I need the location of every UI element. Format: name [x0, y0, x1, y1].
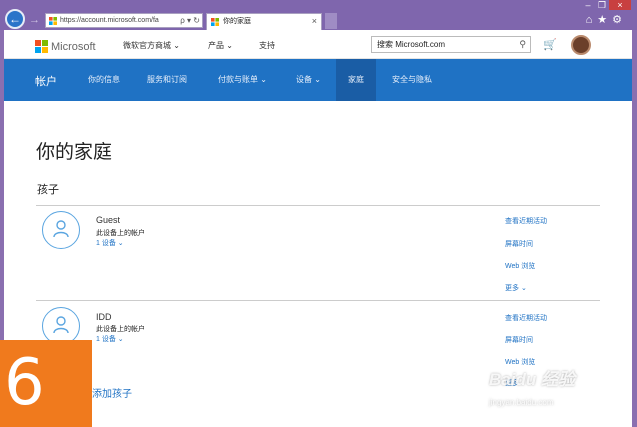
recent-activity-link[interactable]: 查看近期活动	[505, 313, 547, 323]
maximize-button[interactable]: ❐	[595, 0, 609, 11]
section-title: 孩子	[37, 184, 59, 196]
microsoft-logo-icon	[35, 40, 48, 54]
account-nav: 帐户 你的信息 服务和订阅 付款与账单 ⌄ 设备 ⌄ 家庭 安全与隐私	[4, 59, 632, 101]
back-button[interactable]: ←	[5, 9, 25, 29]
screen-time-link[interactable]: 屏幕时间	[505, 239, 533, 249]
arrow-right-icon: →	[29, 14, 40, 26]
microsoft-favicon	[49, 17, 57, 25]
child-devices[interactable]: 1 设备 ⌄	[96, 334, 124, 344]
browser-toolbar-icons[interactable]: ⌂★⚙	[586, 13, 627, 26]
forward-button[interactable]: →	[29, 13, 43, 27]
minimize-button[interactable]: –	[581, 0, 595, 10]
nav-item-payment[interactable]: 付款与账单 ⌄	[218, 74, 267, 85]
tab-title: 你的家庭	[223, 18, 251, 25]
search-icon[interactable]: ⚲	[519, 37, 526, 52]
products-link[interactable]: 产品 ⌄	[208, 40, 233, 51]
microsoft-logo[interactable]: Microsoft	[35, 38, 96, 56]
recent-activity-link[interactable]: 查看近期活动	[505, 216, 547, 226]
nav-item-family[interactable]: 家庭	[336, 59, 376, 101]
watermark-url: jingyan.baidu.com	[489, 398, 554, 407]
support-link[interactable]: 支持	[259, 40, 275, 51]
screen-time-link[interactable]: 屏幕时间	[505, 335, 533, 345]
address-bar[interactable]: https://account.microsoft.com/fa ρ ▾ ↻	[45, 13, 203, 28]
close-window-button[interactable]: ×	[609, 0, 631, 10]
arrow-left-icon: ←	[9, 12, 21, 26]
child-name: IDD	[96, 312, 112, 322]
search-input[interactable]: 搜索 Microsoft.com ⚲	[371, 36, 531, 53]
page-title: 你的家庭	[36, 142, 113, 163]
more-link[interactable]: 更多 ⌄	[505, 283, 527, 293]
nav-item-services[interactable]: 服务和订阅	[147, 74, 187, 85]
nav-item-security[interactable]: 安全与隐私	[392, 74, 432, 85]
microsoft-favicon	[211, 18, 219, 26]
step-number-badge: 6	[0, 340, 92, 427]
site-header: Microsoft 微软官方商城 ⌄ 产品 ⌄ 支持 搜索 Microsoft.…	[4, 30, 632, 59]
new-tab-button[interactable]	[325, 13, 337, 29]
child-subtitle: 此设备上的帐户	[96, 230, 145, 237]
nav-item-devices[interactable]: 设备 ⌄	[296, 74, 321, 85]
profile-avatar[interactable]	[571, 35, 591, 55]
watermark: Baidu 经验	[489, 370, 575, 389]
search-placeholder: 搜索 Microsoft.com	[377, 40, 446, 49]
logo-text: Microsoft	[51, 40, 96, 53]
child-avatar[interactable]	[42, 211, 80, 249]
child-devices[interactable]: 1 设备 ⌄	[96, 238, 124, 248]
child-name: Guest	[96, 215, 121, 225]
tab-active[interactable]: 你的家庭 ×	[206, 13, 322, 30]
address-controls[interactable]: ρ ▾ ↻	[178, 14, 200, 27]
address-text: https://account.microsoft.com/fa	[60, 17, 159, 24]
close-tab-icon[interactable]: ×	[312, 14, 317, 29]
store-link[interactable]: 微软官方商城 ⌄	[123, 40, 180, 51]
add-child-link[interactable]: 添加孩子	[92, 385, 132, 400]
person-icon	[53, 220, 69, 238]
child-subtitle: 此设备上的帐户	[96, 326, 145, 333]
nav-brand[interactable]: 帐户	[35, 73, 57, 89]
divider	[36, 205, 600, 206]
web-browsing-link[interactable]: Web 浏览	[505, 261, 535, 271]
window-controls: – ❐ ×	[581, 0, 631, 12]
cart-icon[interactable]: 🛒	[543, 38, 557, 51]
browser-titlebar: ← → https://account.microsoft.com/fa ρ ▾…	[0, 0, 637, 30]
nav-item-your-info[interactable]: 你的信息	[88, 74, 120, 85]
person-icon	[53, 316, 69, 334]
divider	[36, 300, 600, 301]
